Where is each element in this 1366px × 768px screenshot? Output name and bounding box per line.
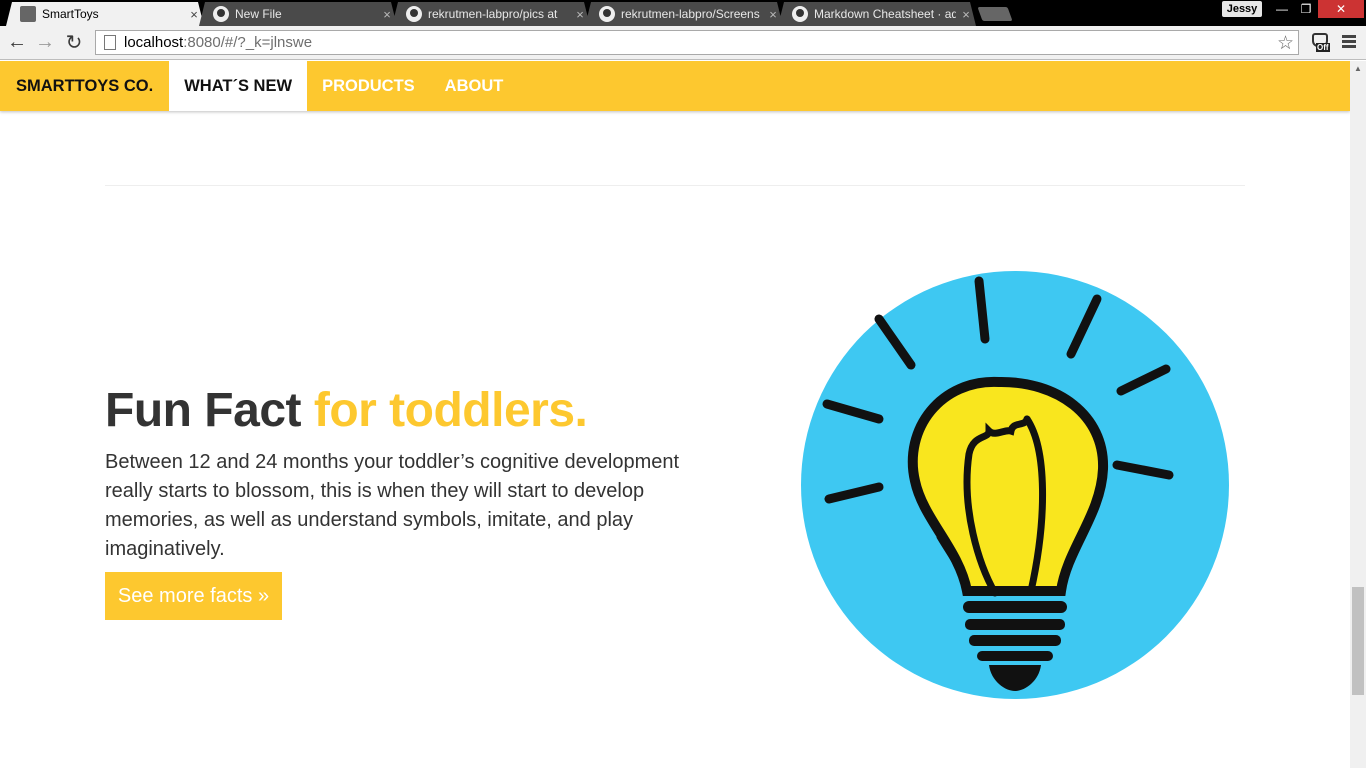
brand-link[interactable]: SMARTTOYS CO. <box>0 61 169 111</box>
close-window-button[interactable]: ✕ <box>1318 0 1364 18</box>
lightbulb-icon <box>801 271 1229 699</box>
back-button[interactable]: ← <box>5 30 29 54</box>
url-host: localhost <box>124 34 184 51</box>
tab-title: rekrutmen-labpro/pics at <box>428 7 558 21</box>
nav-about[interactable]: ABOUT <box>430 61 519 111</box>
browser-menu-icon[interactable] <box>1342 35 1356 49</box>
github-icon <box>406 6 422 22</box>
feature-heading: Fun Fact for toddlers. <box>105 383 588 438</box>
tab-title: Markdown Cheatsheet · ad <box>814 7 956 21</box>
reload-button[interactable]: ↻ <box>62 30 86 54</box>
github-icon <box>792 6 808 22</box>
tab-close-icon[interactable]: × <box>956 7 976 22</box>
tab-pics[interactable]: rekrutmen-labpro/pics at × <box>392 2 590 26</box>
restore-button[interactable]: ❐ <box>1293 0 1319 18</box>
feature-body: Between 12 and 24 months your toddler’s … <box>105 451 680 560</box>
forward-button[interactable]: → <box>33 30 57 54</box>
minimize-button[interactable]: — <box>1269 0 1295 18</box>
page-favicon-icon <box>20 6 36 22</box>
tab-smarttoys[interactable]: SmartToys × <box>6 2 204 26</box>
bookmark-star-icon[interactable]: ☆ <box>1277 32 1294 55</box>
tab-markdown-cheatsheet[interactable]: Markdown Cheatsheet · ad × <box>778 2 976 26</box>
site-navbar: SMARTTOYS CO. WHAT´S NEW PRODUCTS ABOUT <box>0 61 1350 111</box>
user-profile-badge[interactable]: Jessy <box>1222 1 1262 17</box>
browser-tab-strip: SmartToys × New File × rekrutmen-labpro/… <box>0 0 1366 26</box>
url-text[interactable]: localhost:8080/#/?_k=jlnswe <box>124 34 312 51</box>
new-tab-button[interactable] <box>977 7 1013 21</box>
tab-title: rekrutmen-labpro/Screens <box>621 7 760 21</box>
section-divider <box>105 185 1245 186</box>
heading-main: Fun Fact <box>105 384 302 437</box>
tab-title: SmartToys <box>42 7 99 21</box>
extension-icon[interactable]: Off <box>1310 30 1332 54</box>
address-bar[interactable]: localhost:8080/#/?_k=jlnswe ☆ <box>95 30 1299 55</box>
scroll-thumb[interactable] <box>1352 587 1364 695</box>
see-more-facts-button[interactable]: See more facts » <box>105 572 282 620</box>
browser-toolbar: ← → ↻ localhost:8080/#/?_k=jlnswe ☆ Off <box>0 26 1366 60</box>
tab-screens[interactable]: rekrutmen-labpro/Screens × <box>585 2 783 26</box>
nav-whats-new[interactable]: WHAT´S NEW <box>169 61 308 111</box>
github-icon <box>599 6 615 22</box>
scroll-up-arrow-icon[interactable]: ▲ <box>1350 61 1366 75</box>
url-path: :8080/#/?_k=jlnswe <box>183 34 313 51</box>
nav-products[interactable]: PRODUCTS <box>307 61 430 111</box>
page-scrollbar[interactable]: ▲ <box>1350 61 1366 768</box>
heading-accent: for toddlers. <box>313 384 588 437</box>
page-viewport: SMARTTOYS CO. WHAT´S NEW PRODUCTS ABOUT … <box>0 61 1350 768</box>
extension-off-badge: Off <box>1316 43 1330 52</box>
tab-title: New File <box>235 7 282 21</box>
tab-new-file[interactable]: New File × <box>199 2 397 26</box>
github-icon <box>213 6 229 22</box>
page-icon <box>104 35 116 50</box>
